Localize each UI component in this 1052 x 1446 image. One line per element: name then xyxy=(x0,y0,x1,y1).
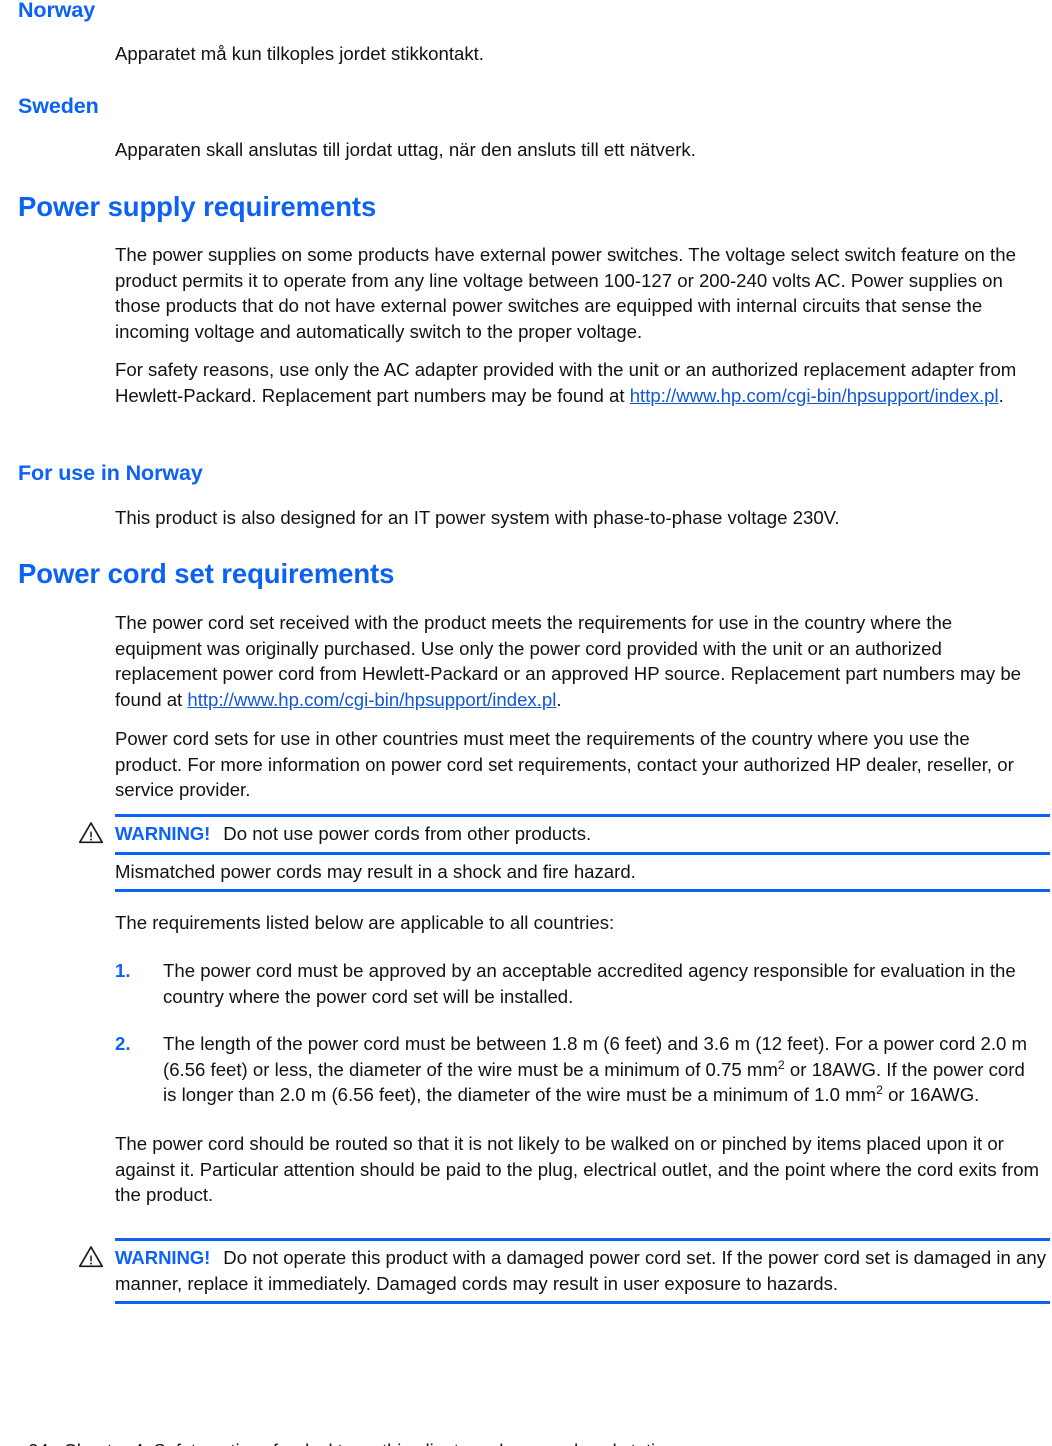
list-item: 2. The length of the power cord must be … xyxy=(115,1031,1037,1108)
warning-block-2: WARNING! Do not operate this product with… xyxy=(78,1238,1050,1305)
warning-body-2: WARNING! Do not operate this product with… xyxy=(78,1241,1050,1301)
heading-power-supply-requirements: Power supply requirements xyxy=(18,191,377,222)
paragraph-power-cord-3-wrap: The power cord should be routed so that … xyxy=(115,1131,1045,1208)
list-item-sup-1: 2 xyxy=(777,1057,785,1072)
footer-chapter: Chapter 4 xyxy=(64,1441,144,1446)
warning-rule-bottom-1 xyxy=(115,889,1050,893)
footer-spacer-2 xyxy=(144,1441,154,1446)
heading-for-use-in-norway: For use in Norway xyxy=(18,461,203,485)
paragraph-power-supply-2-text-after: . xyxy=(998,384,1004,406)
paragraph-power-supply-1: The power supplies on some products have… xyxy=(115,244,1016,342)
warning-rule-bottom-2 xyxy=(115,1301,1050,1305)
warning-triangle-icon xyxy=(78,822,104,844)
list-item-text-1: The power cord must be approved by an ac… xyxy=(163,960,1016,1007)
paragraph-sweden: Apparaten skall anslutas till jordat utt… xyxy=(115,139,696,160)
paragraph-norway-wrap: Apparatet må kun tilkoples jordet stikko… xyxy=(115,41,1020,67)
requirements-list: 1. The power cord must be approved by an… xyxy=(115,958,1037,1108)
section-power-supply: Power supply requirements xyxy=(18,191,1034,223)
paragraph-power-cord-2-wrap: Power cord sets for use in other countri… xyxy=(115,726,1037,803)
section-for-use-in-norway: For use in Norway xyxy=(18,461,1034,485)
paragraph-list-intro: The requirements listed below are applic… xyxy=(115,912,615,933)
paragraph-power-supply-1-wrap: The power supplies on some products have… xyxy=(115,242,1031,344)
paragraph-for-use-in-norway-wrap: This product is also designed for an IT … xyxy=(115,505,1031,531)
warning-text-1: Do not use power cords from other produc… xyxy=(223,823,592,844)
link-hp-support-2[interactable]: http://www.hp.com/cgi-bin/hpsupport/inde… xyxy=(187,689,556,710)
paragraph-power-cord-2: Power cord sets for use in other countri… xyxy=(115,728,1014,801)
list-item-text-2-part3: or 16AWG. xyxy=(882,1084,980,1106)
paragraph-power-cord-1-text-after: . xyxy=(556,688,562,710)
paragraph-power-supply-2: For safety reasons, use only the AC adap… xyxy=(115,357,1031,408)
warning-label-2: WARNING! xyxy=(115,1247,211,1268)
list-item-text-2: The length of the power cord must be bet… xyxy=(163,1033,1027,1105)
list-item-number-1: 1. xyxy=(115,960,131,981)
section-sweden: Sweden xyxy=(18,94,1034,118)
section-norway: Norway xyxy=(18,0,1034,22)
warning-body-1b: Mismatched power cords may result in a s… xyxy=(115,855,1050,890)
paragraph-power-supply-2-wrap: For safety reasons, use only the AC adap… xyxy=(115,357,1031,408)
list-item-sup-2: 2 xyxy=(876,1083,883,1098)
heading-sweden: Sweden xyxy=(18,94,99,118)
footer-spacer-1 xyxy=(48,1441,63,1446)
warning-body-1: WARNING! Do not use power cords from othe… xyxy=(78,817,1050,852)
paragraph-norway: Apparatet må kun tilkoples jordet stikko… xyxy=(115,43,484,64)
paragraph-power-cord-1: The power cord set received with the pro… xyxy=(115,610,1037,712)
list-item-number-2: 2. xyxy=(115,1033,131,1055)
footer-page-number: 34 xyxy=(28,1441,48,1446)
paragraph-power-cord-3: The power cord should be routed so that … xyxy=(115,1133,1040,1206)
warning-triangle-icon xyxy=(78,1246,104,1268)
document-page: Norway Apparatet må kun tilkoples jordet… xyxy=(0,0,1052,1446)
warning-text-2: Do not operate this product with a damag… xyxy=(115,1247,1046,1294)
warning-block-1: WARNING! Do not use power cords from othe… xyxy=(78,814,1050,893)
paragraph-power-cord-1-wrap: The power cord set received with the pro… xyxy=(115,610,1037,712)
warning-text-1-line2: Mismatched power cords may result in a s… xyxy=(115,860,636,882)
heading-norway: Norway xyxy=(18,0,96,22)
list-item: 1. The power cord must be approved by an… xyxy=(115,958,1037,1009)
page-footer: 34 Chapter 4 Safety notices for desktops… xyxy=(8,1418,684,1446)
paragraph-list-intro-wrap: The requirements listed below are applic… xyxy=(115,910,1037,936)
section-power-cord: Power cord set requirements xyxy=(18,558,1034,590)
footer-chapter-title: Safety notices for desktops, thin client… xyxy=(154,1441,685,1446)
warning-label-1: WARNING! xyxy=(115,823,211,844)
paragraph-sweden-wrap: Apparaten skall anslutas till jordat utt… xyxy=(115,137,1020,163)
heading-power-cord-set-requirements: Power cord set requirements xyxy=(18,558,395,589)
paragraph-for-use-in-norway: This product is also designed for an IT … xyxy=(115,507,840,528)
link-hp-support-1[interactable]: http://www.hp.com/cgi-bin/hpsupport/inde… xyxy=(630,385,999,406)
